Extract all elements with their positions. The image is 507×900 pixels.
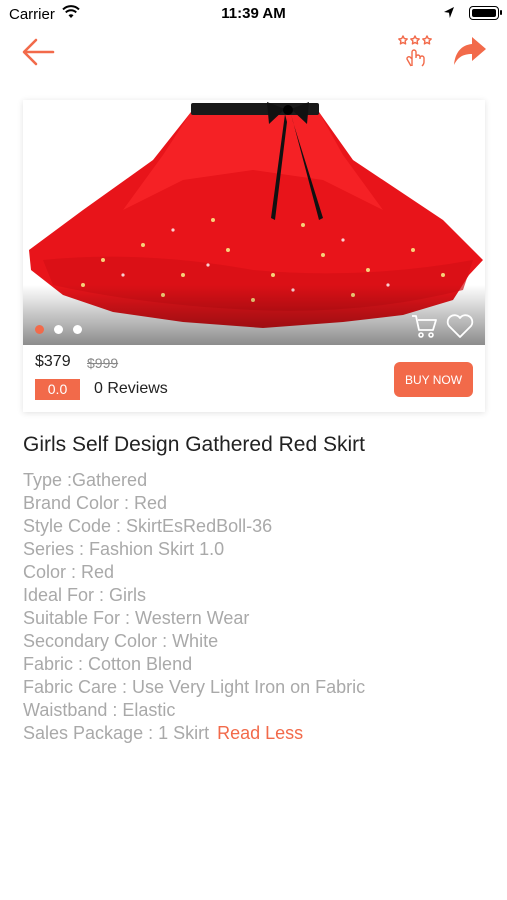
spec-text: Series : Fashion Skirt 1.0	[23, 539, 225, 559]
product-title: Girls Self Design Gathered Red Skirt	[23, 433, 365, 456]
carousel-dot[interactable]	[35, 325, 44, 334]
spec-item: Suitable For : Western Wear	[23, 607, 493, 630]
rating-badge: 0.0	[35, 379, 80, 400]
buy-now-button[interactable]: BUY NOW	[394, 362, 473, 397]
spec-item: Series : Fashion Skirt 1.0	[23, 538, 493, 561]
spec-text: Type :Gathered	[23, 470, 148, 490]
back-arrow-icon[interactable]	[20, 36, 56, 68]
spec-text: Color : Red	[23, 562, 115, 582]
spec-text: Sales Package : 1 Skirt	[23, 723, 210, 743]
spec-item: Waistband : Elastic	[23, 699, 493, 722]
reviews-count[interactable]: 0 Reviews	[94, 380, 168, 398]
spec-item: Fabric : Cotton Blend	[23, 653, 493, 676]
spec-item: Color : Red	[23, 561, 493, 584]
status-bar: Carrier 11:39 AM	[0, 0, 507, 28]
cart-icon[interactable]	[411, 313, 437, 339]
spec-text: Secondary Color : White	[23, 631, 219, 651]
original-price: $999	[87, 355, 119, 371]
carousel-dot[interactable]	[54, 325, 63, 334]
spec-list: Type :Gathered Brand Color : Red Style Cod…	[23, 469, 493, 745]
spec-item: Type :Gathered	[23, 469, 493, 492]
share-icon[interactable]	[452, 34, 488, 68]
spec-text: Brand Color : Red	[23, 493, 168, 513]
battery-icon	[469, 6, 502, 20]
spec-text: Fabric Care : Use Very Light Iron on Fab…	[23, 677, 366, 697]
spec-item: Style Code : SkirtEsRedBoll-36	[23, 515, 493, 538]
top-nav	[0, 28, 507, 78]
spec-text: Style Code : SkirtEsRedBoll-36	[23, 516, 273, 536]
spec-item: Ideal For : Girls	[23, 584, 493, 607]
spec-text: Fabric : Cotton Blend	[23, 654, 193, 674]
carousel-dot[interactable]	[73, 325, 82, 334]
spec-text: Waistband : Elastic	[23, 700, 176, 720]
price: $379	[35, 353, 71, 370]
spec-text: Suitable For : Western Wear	[23, 608, 250, 628]
product-card: $379 $999 0.0 0 Reviews BUY NOW	[23, 100, 485, 412]
spec-text: Ideal For : Girls	[23, 585, 147, 605]
spec-item: Brand Color : Red	[23, 492, 493, 515]
spec-item: Sales Package : 1 Skirt Read Less	[23, 722, 493, 745]
spec-item: Secondary Color : White	[23, 630, 493, 653]
location-arrow-icon	[444, 7, 454, 18]
heart-icon[interactable]	[446, 313, 474, 339]
clock: 11:39 AM	[221, 5, 286, 22]
carousel-indicator[interactable]	[35, 321, 92, 334]
read-less-link[interactable]: Read Less	[217, 723, 303, 743]
tap-rate-icon[interactable]	[396, 32, 434, 70]
product-image[interactable]	[23, 100, 485, 345]
spec-item: Fabric Care : Use Very Light Iron on Fab…	[23, 676, 493, 699]
